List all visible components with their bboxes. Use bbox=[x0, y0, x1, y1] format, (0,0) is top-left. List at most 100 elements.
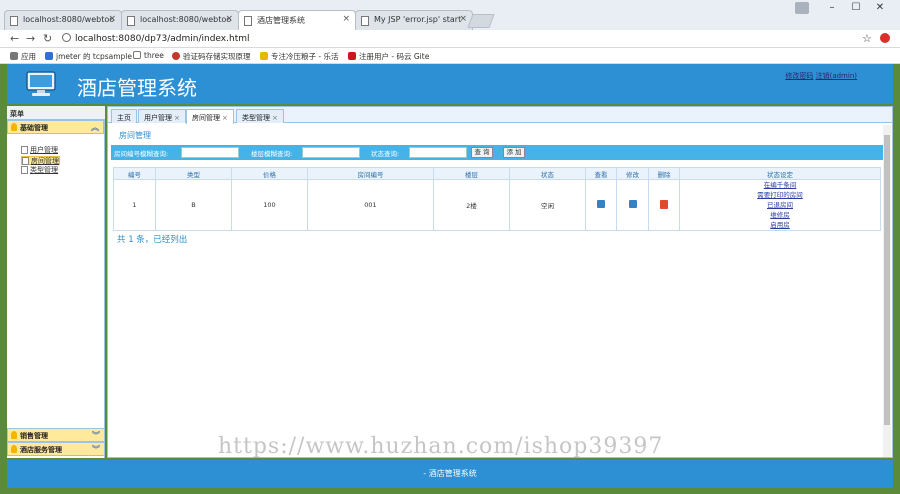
floor-input[interactable] bbox=[302, 147, 360, 158]
document-icon bbox=[21, 146, 28, 154]
change-password-link[interactable]: 修改密码 bbox=[785, 72, 813, 80]
profile-icon[interactable] bbox=[795, 2, 809, 14]
bookmark-three[interactable]: three bbox=[133, 51, 164, 60]
close-icon[interactable]: × bbox=[272, 114, 278, 122]
close-icon[interactable]: × bbox=[174, 114, 180, 122]
status-action-link[interactable]: 维修房 bbox=[680, 210, 880, 220]
column-header: 状态 bbox=[509, 167, 586, 180]
info-icon[interactable] bbox=[62, 33, 71, 42]
room-number-label: 房间编号模糊查询: bbox=[114, 150, 169, 158]
watermark: https://www.huzhan.com/ishop39397 bbox=[218, 434, 664, 459]
accordion-sales-management[interactable]: 销售管理 ︾ bbox=[7, 428, 105, 442]
status-action-link[interactable]: 已退房间 bbox=[680, 200, 880, 210]
new-tab-button[interactable] bbox=[467, 14, 495, 28]
scrollbar-thumb[interactable] bbox=[884, 135, 890, 425]
sidebar: 基础管理 ︽ 用户管理 房间管理 类型管理 销售管理 ︾ 酒店服务管理 ︾ bbox=[7, 120, 105, 458]
browser-tab-4[interactable]: My JSP 'error.jsp' start × bbox=[355, 10, 473, 30]
apps-grid-icon bbox=[10, 52, 18, 60]
browser-tab-label: localhost:8080/webtoo bbox=[23, 15, 115, 24]
column-header: 楼层 bbox=[433, 167, 510, 180]
extension-icon[interactable] bbox=[880, 33, 890, 43]
sidebar-item-types[interactable]: 类型管理 bbox=[21, 166, 58, 175]
column-header: 编号 bbox=[113, 167, 156, 180]
app-title: 酒店管理系统 bbox=[77, 76, 197, 100]
bulb-icon bbox=[11, 445, 17, 453]
page-title: 房间管理 bbox=[119, 131, 151, 140]
bookmark-gitee[interactable]: 注册用户 - 码云 Gite bbox=[348, 51, 429, 62]
shield-icon bbox=[45, 52, 53, 60]
tab-users[interactable]: 用户管理 × bbox=[138, 109, 186, 123]
maximize-icon[interactable]: ☐ bbox=[844, 2, 868, 13]
add-button[interactable]: 添 加 bbox=[503, 147, 525, 158]
page-icon bbox=[244, 16, 252, 26]
logout-link[interactable]: 注销(admin) bbox=[816, 72, 857, 80]
room-number-input[interactable] bbox=[181, 147, 239, 158]
minimize-icon[interactable]: – bbox=[820, 2, 844, 13]
forward-icon[interactable]: → bbox=[26, 32, 35, 45]
close-icon[interactable]: × bbox=[222, 114, 228, 122]
status-action-link[interactable]: 需要打印的房间 bbox=[680, 190, 880, 200]
close-icon[interactable]: × bbox=[108, 14, 116, 24]
status-action-link[interactable]: 在编千条间 bbox=[680, 180, 880, 190]
cell-status: 空闲 bbox=[509, 179, 586, 231]
chevron-up-icon: ︽ bbox=[91, 123, 99, 132]
window-controls: – ☐ ✕ bbox=[820, 2, 892, 13]
trash-icon[interactable] bbox=[660, 199, 668, 209]
browser-tab-3[interactable]: 酒店管理系统 × bbox=[238, 10, 356, 30]
close-icon[interactable]: × bbox=[342, 14, 350, 24]
status-input[interactable] bbox=[409, 147, 467, 158]
bookmarks-bar: 应用 jmeter 的 tcpsample three 验证码存储实现原理 专注… bbox=[0, 48, 900, 64]
edit-icon[interactable] bbox=[628, 200, 637, 208]
accordion-basic-management[interactable]: 基础管理 ︽ bbox=[7, 120, 104, 134]
main-panel: 主页 用户管理 × 房间管理 × 类型管理 × 房间管理 房间编号模糊查询: 楼层模糊… bbox=[107, 106, 893, 458]
column-header: 房间编号 bbox=[307, 167, 434, 180]
back-icon[interactable]: ← bbox=[10, 32, 19, 45]
view-icon[interactable] bbox=[597, 200, 605, 208]
vertical-scrollbar[interactable] bbox=[883, 125, 891, 457]
tab-home[interactable]: 主页 bbox=[111, 109, 137, 123]
cell-price: 100 bbox=[231, 179, 308, 231]
status-action-link[interactable]: 启用房 bbox=[680, 220, 880, 230]
search-bar: 房间编号模糊查询: 楼层模糊查询: 状态查询: 查 询 添 加 bbox=[111, 145, 886, 160]
bookmark-zhuanzhu[interactable]: 专注冷压粮子 - 乐活 bbox=[260, 51, 338, 62]
sidebar-item-rooms[interactable]: 房间管理 bbox=[21, 156, 60, 165]
bookmark-jmeter[interactable]: jmeter 的 tcpsample bbox=[45, 51, 132, 62]
sidebar-item-users[interactable]: 用户管理 bbox=[21, 146, 58, 155]
record-summary: 共 1 条，已经列出 bbox=[117, 235, 188, 245]
view-cell bbox=[585, 179, 617, 231]
close-icon[interactable]: × bbox=[225, 14, 233, 24]
edit-cell bbox=[616, 179, 649, 231]
app-header: 酒店管理系统 修改密码 注销(admin) bbox=[7, 64, 893, 104]
sidebar-header: 菜单 bbox=[7, 106, 105, 120]
bulb-icon bbox=[11, 123, 17, 131]
site-icon bbox=[172, 52, 180, 60]
reload-icon[interactable]: ↻ bbox=[43, 32, 52, 45]
query-button[interactable]: 查 询 bbox=[471, 147, 493, 158]
cell-floor: 2楼 bbox=[433, 179, 510, 231]
tab-rooms[interactable]: 房间管理 × bbox=[186, 109, 234, 124]
gitee-icon bbox=[348, 52, 356, 60]
status-actions-cell: 在编千条间 需要打印的房间 已退房间 维修房 启用房 bbox=[679, 179, 881, 231]
bookmark-star-icon[interactable]: ☆ bbox=[862, 32, 872, 45]
url-input[interactable]: localhost:8080/dp73/admin/index.html bbox=[58, 31, 873, 46]
app-footer: - 酒店管理系统 bbox=[7, 460, 893, 488]
browser-tab-label: 酒店管理系统 bbox=[257, 16, 305, 25]
url-text: localhost:8080/dp73/admin/index.html bbox=[75, 34, 250, 44]
bookmark-apps[interactable]: 应用 bbox=[10, 51, 36, 62]
accordion-hotel-service-management[interactable]: 酒店服务管理 ︾ bbox=[7, 442, 105, 456]
close-icon[interactable]: × bbox=[459, 14, 467, 24]
document-icon bbox=[21, 166, 28, 174]
column-header: 价格 bbox=[231, 167, 308, 180]
tab-types[interactable]: 类型管理 × bbox=[236, 109, 284, 123]
browser-tab-2[interactable]: localhost:8080/webtoo × bbox=[121, 10, 239, 30]
browser-tab-1[interactable]: localhost:8080/webtoo × bbox=[4, 10, 122, 30]
bookmark-captcha[interactable]: 验证码存储实现原理 bbox=[172, 51, 251, 62]
bulb-icon bbox=[11, 431, 17, 439]
close-window-icon[interactable]: ✕ bbox=[868, 2, 892, 13]
site-icon bbox=[260, 52, 268, 60]
monitor-logo-icon bbox=[26, 71, 56, 96]
chevron-down-icon: ︾ bbox=[92, 431, 100, 440]
column-header: 类型 bbox=[155, 167, 232, 180]
column-header: 修改 bbox=[616, 167, 649, 180]
page-icon bbox=[361, 16, 369, 26]
